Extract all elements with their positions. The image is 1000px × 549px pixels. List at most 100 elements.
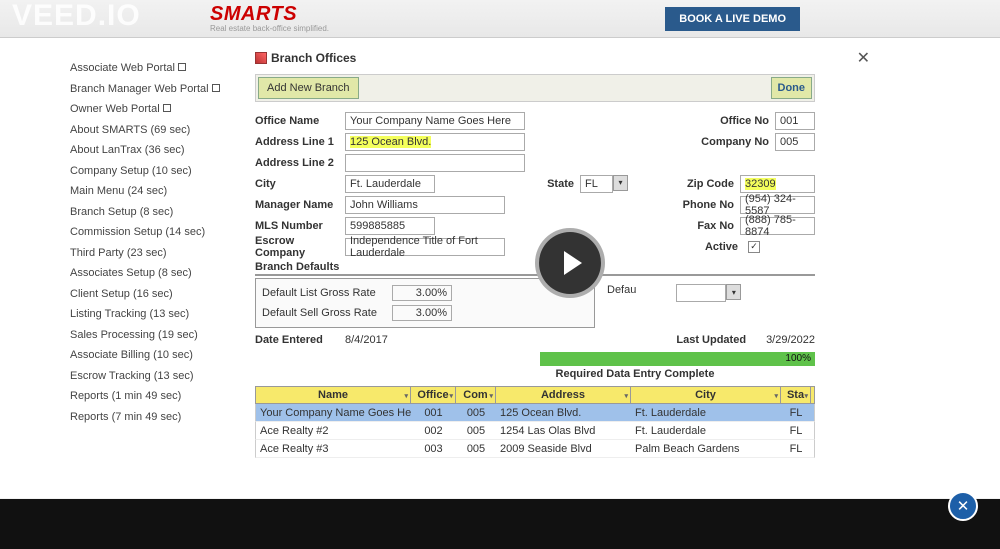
add-new-branch-button[interactable]: Add New Branch bbox=[258, 77, 359, 99]
last-updated-label: Last Updated bbox=[676, 334, 766, 346]
cell-com: 005 bbox=[456, 407, 496, 419]
zip-label: Zip Code bbox=[687, 178, 740, 190]
sidebar-item-12[interactable]: Listing Tracking (13 sec) bbox=[70, 304, 255, 325]
topbar: VEED.IO SMARTS Real estate back-office s… bbox=[0, 0, 1000, 38]
manager-label: Manager Name bbox=[255, 199, 345, 211]
sidebar-item-6[interactable]: Main Menu (24 sec) bbox=[70, 181, 255, 202]
col-com[interactable]: Com▾ bbox=[456, 387, 496, 403]
watermark: VEED.IO bbox=[12, 0, 141, 33]
fax-input[interactable]: (888) 785-8874 bbox=[740, 217, 815, 235]
sidebar-item-7[interactable]: Branch Setup (8 sec) bbox=[70, 202, 255, 223]
default-list-input[interactable]: 3.00% bbox=[392, 285, 452, 301]
addr1-input[interactable]: 125 Ocean Blvd. bbox=[350, 136, 431, 148]
sidebar-item-16[interactable]: Reports (1 min 49 sec) bbox=[70, 386, 255, 407]
sidebar-item-11[interactable]: Client Setup (16 sec) bbox=[70, 284, 255, 305]
state-label: State bbox=[535, 178, 580, 190]
close-icon[interactable]: ✕ bbox=[857, 48, 870, 68]
cell-city: Ft. Lauderdale bbox=[631, 407, 781, 419]
cell-sta: FL bbox=[781, 443, 811, 455]
sidebar-item-14[interactable]: Associate Billing (10 sec) bbox=[70, 345, 255, 366]
sidebar: Associate Web PortalBranch Manager Web P… bbox=[0, 38, 255, 498]
chevron-down-icon[interactable]: ▾ bbox=[613, 175, 628, 191]
sidebar-item-1[interactable]: Branch Manager Web Portal bbox=[70, 79, 255, 100]
sidebar-item-4[interactable]: About LanTrax (36 sec) bbox=[70, 140, 255, 161]
row-office-name: Office Name Your Company Name Goes Here … bbox=[255, 110, 815, 131]
escrow-select[interactable]: Independence Title of Fort Lauderdale bbox=[345, 238, 505, 256]
mls-input[interactable]: 599885885 bbox=[345, 217, 435, 235]
required-complete-text: Required Data Entry Complete bbox=[255, 368, 815, 380]
sidebar-item-3[interactable]: About SMARTS (69 sec) bbox=[70, 120, 255, 141]
sidebar-item-17[interactable]: Reports (7 min 49 sec) bbox=[70, 407, 255, 428]
fax-label: Fax No bbox=[697, 220, 740, 232]
cell-com: 005 bbox=[456, 443, 496, 455]
default-status-select[interactable]: ▾ bbox=[676, 284, 741, 302]
cell-name: Your Company Name Goes Her bbox=[256, 407, 411, 419]
cell-address: 1254 Las Olas Blvd bbox=[496, 425, 631, 437]
grid-header: Name▾ Office▾ Com▾ Address▾ City▾ Sta▾ bbox=[255, 386, 815, 404]
sidebar-item-10[interactable]: Associates Setup (8 sec) bbox=[70, 263, 255, 284]
page-body: Associate Web PortalBranch Manager Web P… bbox=[0, 38, 1000, 498]
logo: SMARTS bbox=[210, 4, 329, 24]
sidebar-item-2[interactable]: Owner Web Portal bbox=[70, 99, 255, 120]
row-manager: Manager Name John Williams Phone No (954… bbox=[255, 194, 815, 215]
panel-header: Branch Offices ✕ bbox=[255, 48, 980, 68]
office-no-input[interactable]: 001 bbox=[775, 112, 815, 130]
office-name-label: Office Name bbox=[255, 115, 345, 127]
state-select[interactable]: FL ▾ bbox=[580, 175, 628, 193]
company-no-label: Company No bbox=[701, 136, 775, 148]
default-sell-input[interactable]: 3.00% bbox=[392, 305, 452, 321]
cell-address: 125 Ocean Blvd. bbox=[496, 407, 631, 419]
main-panel: Branch Offices ✕ Add New Branch Done Off… bbox=[255, 38, 1000, 498]
table-row[interactable]: Ace Realty #30030052009 Seaside BlvdPalm… bbox=[255, 440, 815, 458]
col-state[interactable]: Sta▾ bbox=[781, 387, 811, 403]
col-address[interactable]: Address▾ bbox=[496, 387, 631, 403]
company-no-input[interactable]: 005 bbox=[775, 133, 815, 151]
col-name[interactable]: Name▾ bbox=[256, 387, 411, 403]
cell-sta: FL bbox=[781, 425, 811, 437]
cell-city: Palm Beach Gardens bbox=[631, 443, 781, 455]
table-row[interactable]: Your Company Name Goes Her001005125 Ocea… bbox=[255, 404, 815, 422]
row-city: City Ft. Lauderdale State FL ▾ Zip Code … bbox=[255, 173, 815, 194]
sidebar-item-0[interactable]: Associate Web Portal bbox=[70, 58, 255, 79]
col-city[interactable]: City▾ bbox=[631, 387, 781, 403]
sidebar-item-13[interactable]: Sales Processing (19 sec) bbox=[70, 325, 255, 346]
sidebar-item-5[interactable]: Company Setup (10 sec) bbox=[70, 161, 255, 182]
phone-input[interactable]: (954) 324-5587 bbox=[740, 196, 815, 214]
logo-block: SMARTS Real estate back-office simplifie… bbox=[210, 4, 329, 33]
date-entered-label: Date Entered bbox=[255, 334, 345, 346]
default-status: Defau ▾ bbox=[595, 276, 741, 328]
external-link-icon bbox=[163, 104, 171, 112]
date-entered-value: 8/4/2017 bbox=[345, 334, 388, 346]
city-input[interactable]: Ft. Lauderdale bbox=[345, 175, 435, 193]
close-overlay-button[interactable]: ✕ bbox=[948, 491, 978, 521]
sidebar-item-8[interactable]: Commission Setup (14 sec) bbox=[70, 222, 255, 243]
col-office[interactable]: Office▾ bbox=[411, 387, 456, 403]
chevron-down-icon[interactable]: ▾ bbox=[726, 284, 741, 300]
cell-office: 002 bbox=[411, 425, 456, 437]
phone-label: Phone No bbox=[683, 199, 740, 211]
addr2-input[interactable] bbox=[345, 154, 525, 172]
grid-icon bbox=[255, 52, 267, 64]
addr2-label: Address Line 2 bbox=[255, 157, 345, 169]
default-sell-label: Default Sell Gross Rate bbox=[262, 307, 392, 319]
cell-com: 005 bbox=[456, 425, 496, 437]
office-name-input[interactable]: Your Company Name Goes Here bbox=[345, 112, 525, 130]
zip-input[interactable]: 32309 bbox=[745, 178, 776, 190]
table-row[interactable]: Ace Realty #20020051254 Las Olas BlvdFt.… bbox=[255, 422, 815, 440]
active-checkbox[interactable]: ✓ bbox=[748, 241, 760, 253]
row-mls: MLS Number 599885885 Fax No (888) 785-88… bbox=[255, 215, 815, 236]
office-no-label: Office No bbox=[720, 115, 775, 127]
addr1-label: Address Line 1 bbox=[255, 136, 345, 148]
active-label: Active bbox=[705, 241, 744, 253]
cell-city: Ft. Lauderdale bbox=[631, 425, 781, 437]
cell-sta: FL bbox=[781, 407, 811, 419]
sidebar-item-9[interactable]: Third Party (23 sec) bbox=[70, 243, 255, 264]
book-demo-button[interactable]: BOOK A LIVE DEMO bbox=[665, 7, 800, 31]
manager-input[interactable]: John Williams bbox=[345, 196, 505, 214]
sidebar-item-15[interactable]: Escrow Tracking (13 sec) bbox=[70, 366, 255, 387]
play-button[interactable] bbox=[535, 228, 605, 298]
panel-title: Branch Offices bbox=[271, 51, 356, 65]
branch-grid: Name▾ Office▾ Com▾ Address▾ City▾ Sta▾ Y… bbox=[255, 386, 815, 458]
done-button[interactable]: Done bbox=[771, 77, 813, 99]
cell-office: 003 bbox=[411, 443, 456, 455]
